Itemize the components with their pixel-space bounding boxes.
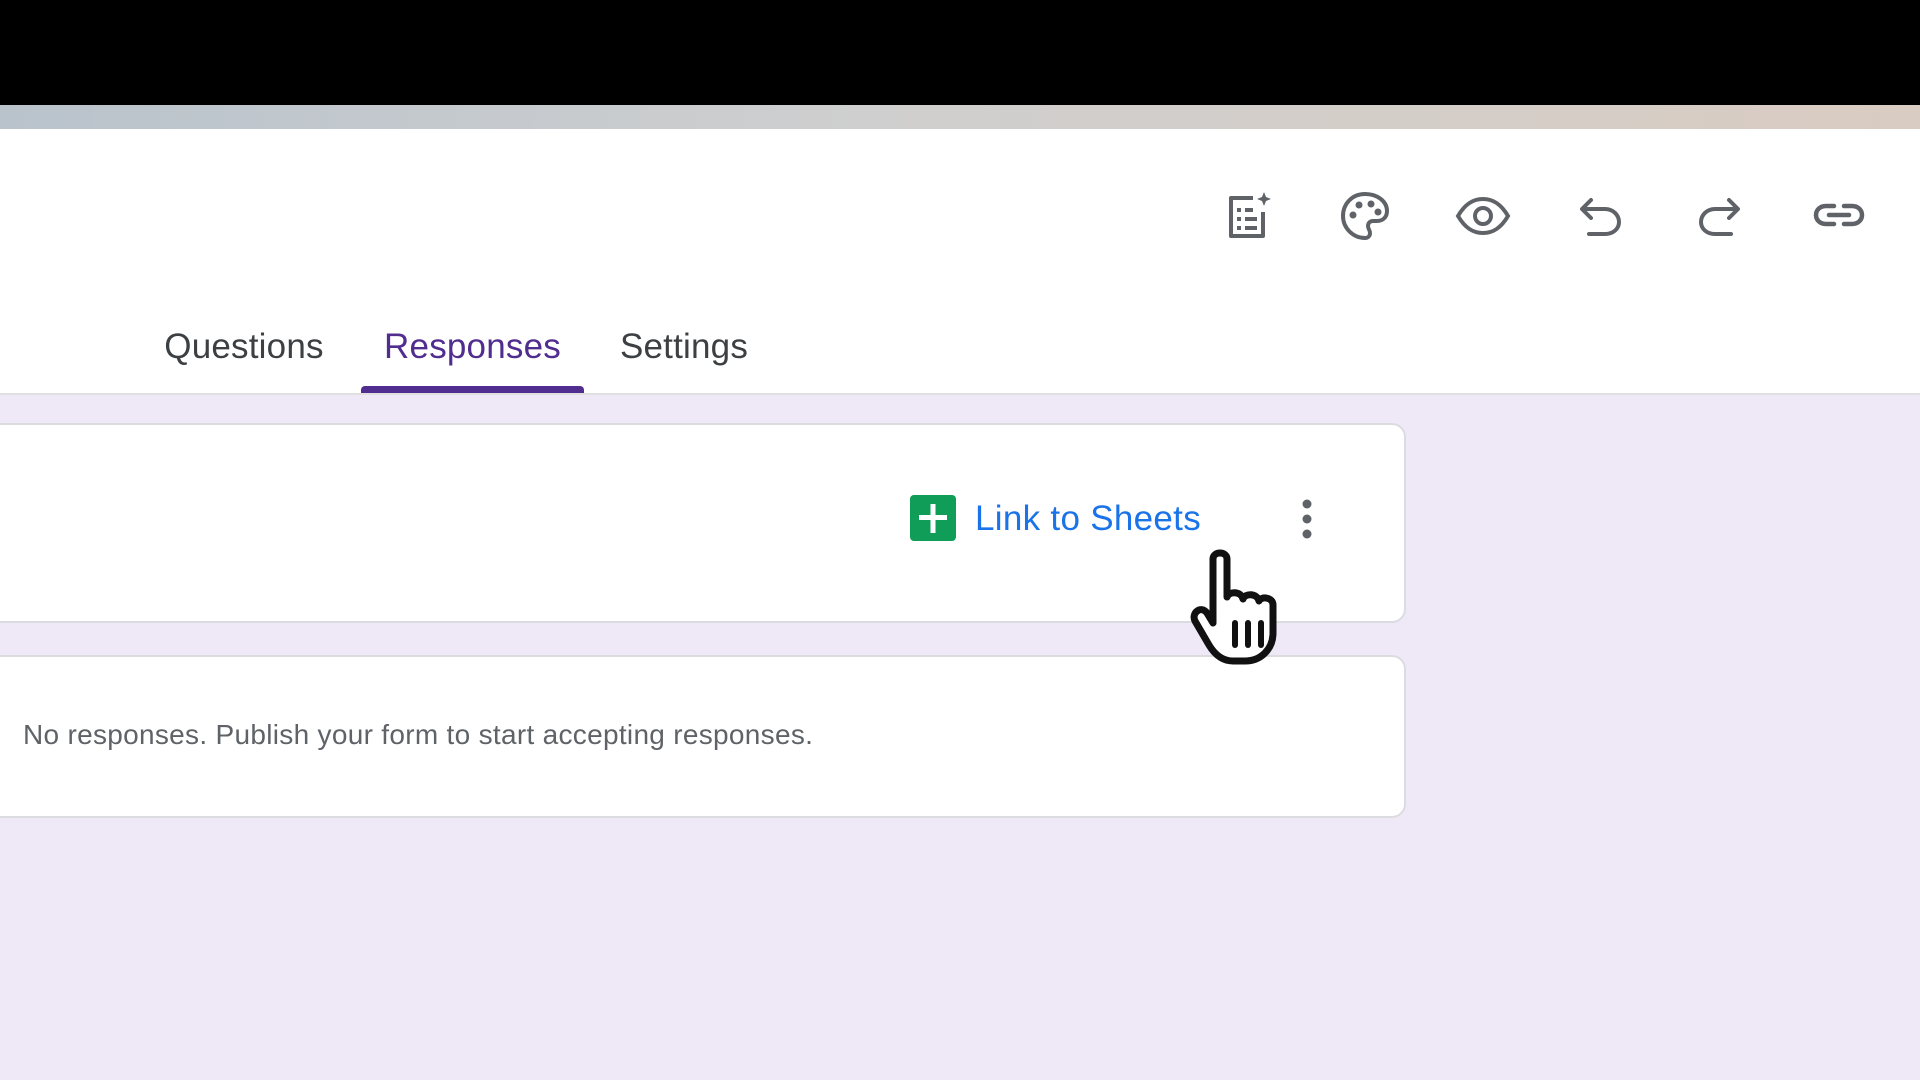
eye-icon <box>1455 196 1511 236</box>
link-to-sheets-button[interactable]: Link to Sheets <box>975 497 1201 541</box>
ai-form-button[interactable] <box>1212 181 1282 251</box>
more-vert-icon <box>1302 499 1312 539</box>
browser-chrome-strip <box>0 105 1920 129</box>
screen-top-bar <box>0 0 1920 105</box>
responses-actions-card: Link to Sheets <box>0 423 1406 623</box>
copy-link-button[interactable] <box>1804 181 1874 251</box>
undo-button[interactable] <box>1566 181 1636 251</box>
no-responses-message: No responses. Publish your form to start… <box>23 719 814 750</box>
redo-button[interactable] <box>1684 181 1754 251</box>
redo-icon <box>1699 198 1740 236</box>
toolbar <box>0 181 1920 251</box>
undo-icon <box>1580 198 1621 236</box>
empty-responses-card: No responses. Publish your form to start… <box>0 655 1406 818</box>
tab-questions[interactable]: Questions <box>160 319 328 393</box>
google-sheets-icon[interactable] <box>910 495 956 541</box>
more-options-button[interactable] <box>1282 491 1332 547</box>
preview-button[interactable] <box>1448 181 1518 251</box>
tab-responses[interactable]: Responses <box>361 319 584 393</box>
palette-icon <box>1340 191 1390 241</box>
form-tabs: Questions Responses Settings <box>0 319 1920 393</box>
link-icon <box>1813 203 1865 227</box>
tab-settings[interactable]: Settings <box>617 319 751 393</box>
customize-theme-button[interactable] <box>1330 181 1400 251</box>
ai-form-icon <box>1229 192 1271 238</box>
responses-panel: Link to Sheets No responses. Publish you… <box>0 395 1920 1080</box>
app-header: Questions Responses Settings <box>0 129 1920 395</box>
